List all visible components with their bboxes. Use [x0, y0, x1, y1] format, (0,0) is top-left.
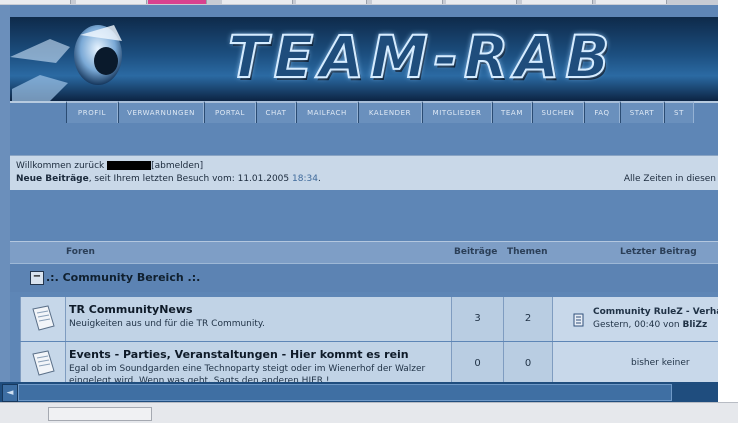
page-viewport: TEAM-RAB Profil Verwarnungen Portal Chat Mai…: [0, 5, 718, 382]
forum-info-cell: Events - Parties, Veranstaltungen - Hier…: [65, 342, 451, 382]
menu-item-chat[interactable]: Chat: [256, 101, 296, 123]
header-forums: Foren: [66, 247, 95, 257]
last-post-cell: bisher keiner: [552, 342, 718, 382]
category-row: − .:. Community Bereich .:.: [10, 263, 718, 292]
post-document-icon[interactable]: [573, 313, 585, 327]
new-posts-link[interactable]: Neue Beiträge: [16, 174, 89, 184]
main-menu: Profil Verwarnungen Portal Chat Mailfach Kale…: [66, 101, 694, 127]
topics-count: 2: [524, 313, 532, 324]
menu-item-faq[interactable]: FAQ: [584, 101, 620, 123]
menu-item-profil[interactable]: Profil: [66, 101, 118, 123]
menu-item-team[interactable]: Team: [492, 101, 532, 123]
forum-row: Events - Parties, Veranstaltungen - Hier…: [20, 341, 718, 382]
toolbar-tab[interactable]: [522, 0, 593, 4]
toolbar-tab[interactable]: [296, 0, 367, 4]
topics-count-cell: 2: [503, 297, 552, 341]
menu-item-mailfach[interactable]: Mailfach: [296, 101, 358, 123]
menu-item-suchen[interactable]: Suchen: [532, 101, 584, 123]
forum-title-link[interactable]: TR CommunityNews: [69, 303, 193, 316]
last-post-title-link[interactable]: Community RuleZ - Verha: [593, 307, 718, 317]
logout-link[interactable]: [abmelden]: [151, 161, 203, 171]
no-post-text: bisher keiner: [631, 358, 690, 368]
last-visit-dot: .: [317, 174, 321, 184]
posts-count: 0: [474, 358, 481, 369]
window-edge: [718, 0, 738, 402]
welcome-text: Willkommen zurück: [16, 161, 105, 171]
menu-item-start[interactable]: Start: [620, 101, 664, 123]
menu-item-mitglieder[interactable]: Mitglieder: [422, 101, 492, 123]
toolbar-tab[interactable]: [446, 0, 517, 4]
posts-count-cell: 3: [451, 297, 503, 341]
topics-count-cell: 0: [503, 342, 552, 382]
last-post-meta: Gestern, 00:40 von: [593, 320, 680, 330]
timezone-note: Alle Zeiten in diesen: [623, 174, 716, 184]
category-title[interactable]: .:. Community Bereich .:.: [46, 271, 200, 284]
status-field: [48, 407, 152, 421]
menu-item-portal[interactable]: Portal: [204, 101, 256, 123]
topics-count: 0: [524, 358, 532, 369]
horizontal-scrollbar[interactable]: ◄: [0, 382, 718, 402]
banner-logo-text: TEAM-RAB: [227, 22, 616, 92]
site-banner: TEAM-RAB: [10, 17, 718, 103]
header-topics: Themen: [507, 247, 548, 257]
mascot-logo: [10, 25, 122, 101]
last-post-cell: Community RuleZ - Verha Gestern, 00:40 v…: [552, 297, 718, 341]
toolbar-tab-active[interactable]: [148, 0, 207, 4]
header-posts: Beiträge: [454, 247, 498, 257]
forum-description: Egal ob im Soundgarden eine Technoparty …: [69, 364, 426, 382]
menu-item-kalender[interactable]: Kalender: [358, 101, 422, 123]
last-visit-time: 18:34: [292, 174, 318, 184]
forum-status-cell: [20, 342, 65, 382]
forum-description: Neuigkeiten aus und für die TR Community…: [69, 319, 265, 329]
last-visit-text: , seit Ihrem letzten Besuch vom: 11.01.2…: [88, 174, 290, 184]
posts-count-cell: 0: [451, 342, 503, 382]
forum-status-cell: [20, 297, 65, 341]
toolbar-tab[interactable]: [222, 0, 293, 4]
toolbar-tab[interactable]: [372, 0, 443, 4]
menu-item-verwarnungen[interactable]: Verwarnungen: [118, 101, 204, 123]
toolbar-tab[interactable]: [0, 0, 71, 4]
header-last-post: Letzter Beitrag: [620, 247, 697, 257]
forum-title-link[interactable]: Events - Parties, Veranstaltungen - Hier…: [69, 348, 409, 361]
toolbar-tab[interactable]: [596, 0, 667, 4]
forum-table: Foren Beiträge Themen Letzter Beitrag − …: [10, 241, 718, 382]
forum-row: TR CommunityNews Neuigkeiten aus und für…: [20, 296, 718, 341]
menu-item-st[interactable]: St: [664, 101, 694, 123]
status-bar: [0, 402, 738, 423]
forum-read-icon: [32, 305, 55, 331]
scroll-left-arrow-icon[interactable]: ◄: [2, 384, 18, 402]
collapse-toggle-icon[interactable]: −: [30, 271, 44, 285]
toolbar-tab[interactable]: [76, 0, 147, 4]
scroll-thumb[interactable]: [18, 384, 672, 401]
forum-read-icon: [32, 350, 55, 376]
welcome-panel: Willkommen zurück [abmelden] Neue Beiträ…: [10, 155, 718, 190]
table-header: Foren Beiträge Themen Letzter Beitrag: [10, 241, 718, 263]
posts-count: 3: [474, 313, 481, 324]
username-redacted: [107, 161, 152, 170]
last-post-user-link[interactable]: BliZz: [682, 320, 707, 330]
forum-info-cell: TR CommunityNews Neuigkeiten aus und für…: [65, 297, 451, 341]
